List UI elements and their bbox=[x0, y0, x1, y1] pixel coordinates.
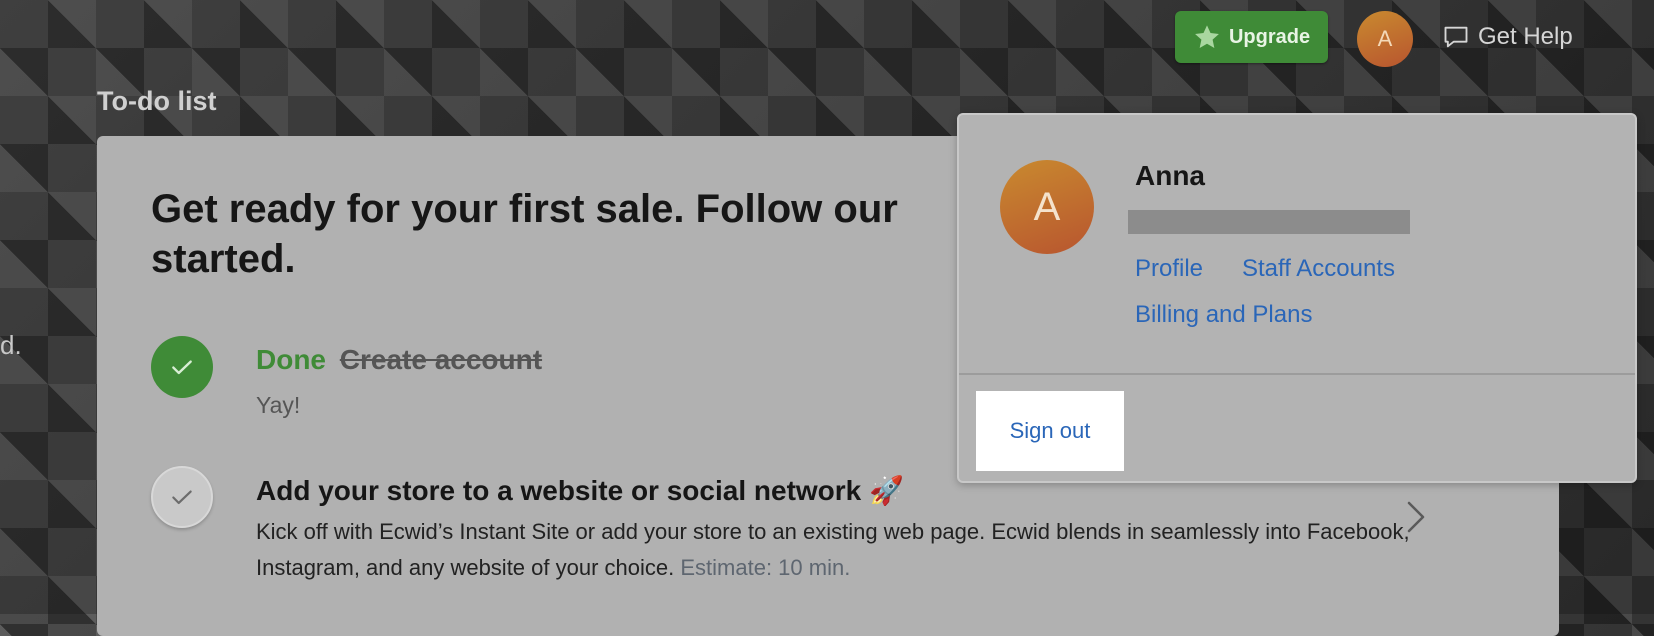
avatar: A bbox=[1000, 160, 1094, 254]
task-title: Create account bbox=[339, 344, 543, 375]
get-help-label: Get Help bbox=[1478, 23, 1573, 50]
chat-bubble-icon bbox=[1444, 26, 1468, 48]
sign-out-label: Sign out bbox=[1009, 418, 1091, 443]
billing-and-plans-link[interactable]: Billing and Plans bbox=[1135, 301, 1312, 329]
staff-accounts-link[interactable]: Staff Accounts bbox=[1242, 255, 1395, 283]
avatar-initial: A bbox=[1033, 184, 1061, 229]
account-avatar-button[interactable]: A bbox=[1357, 11, 1413, 67]
checkmark-icon bbox=[172, 360, 192, 375]
sign-out-button[interactable]: Sign out bbox=[976, 391, 1124, 471]
redacted-email bbox=[1128, 210, 1410, 234]
account-dropdown: A Anna Profile Staff Accounts Billing an… bbox=[957, 113, 1637, 483]
task-estimate: Estimate: 10 min. bbox=[680, 555, 851, 580]
card-headline: Get ready for your first sale. Follow ou… bbox=[151, 187, 898, 281]
divider bbox=[959, 373, 1635, 375]
star-icon bbox=[1195, 25, 1219, 48]
task-description: Kick off with Ecwid’s Instant Site or ad… bbox=[256, 514, 1456, 586]
task-status: Done bbox=[256, 344, 326, 375]
checkmark-icon bbox=[172, 490, 192, 505]
chevron-right-icon[interactable] bbox=[1405, 500, 1427, 534]
account-name: Anna bbox=[1135, 160, 1205, 191]
side-text-fragment: d. bbox=[0, 330, 22, 360]
get-help-link[interactable]: Get Help bbox=[1442, 20, 1573, 54]
completed-check bbox=[151, 336, 213, 398]
section-title: To-do list bbox=[97, 86, 217, 116]
profile-link[interactable]: Profile bbox=[1135, 255, 1203, 283]
task-title-line: Done Create account bbox=[256, 344, 542, 376]
upgrade-label: Upgrade bbox=[1228, 25, 1311, 48]
pending-check bbox=[151, 466, 213, 528]
task-subtitle: Yay! bbox=[256, 392, 301, 418]
upgrade-button[interactable]: Upgrade bbox=[1175, 11, 1328, 63]
avatar-initial: A bbox=[1377, 26, 1393, 51]
task-title: Add your store to a website or social ne… bbox=[256, 475, 904, 506]
